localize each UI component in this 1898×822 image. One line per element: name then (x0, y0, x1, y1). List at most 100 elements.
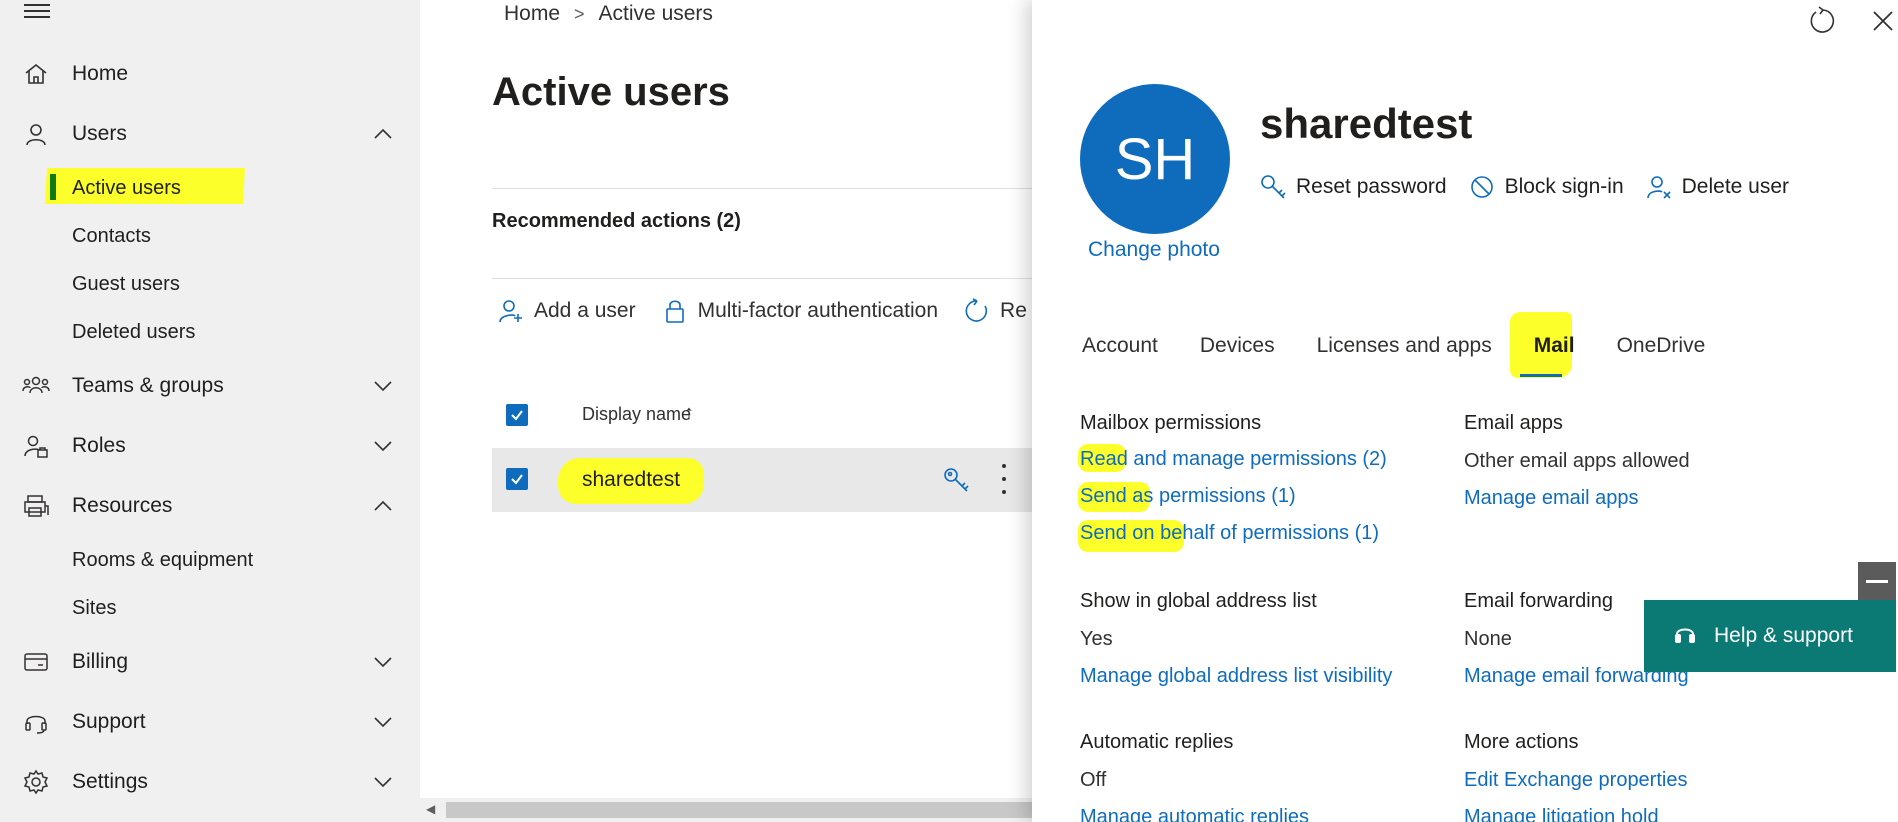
minimize-help-button[interactable] (1858, 562, 1896, 600)
recommended-actions[interactable]: Recommended actions (2) (492, 210, 741, 233)
reset-password-button[interactable]: Reset password (1260, 174, 1447, 200)
help-support-button[interactable]: Help & support (1644, 600, 1896, 672)
main-content: Home > Active users Active users Recomme… (420, 0, 1052, 822)
user-display-name: sharedtest (1260, 100, 1473, 147)
email-apps-value: Other email apps allowed (1464, 450, 1690, 472)
manage-email-apps-link[interactable]: Manage email apps (1464, 487, 1639, 510)
manage-global-address-list-link[interactable]: Manage global address list visibility (1080, 665, 1392, 688)
email-forwarding-title: Email forwarding (1464, 590, 1613, 612)
global-address-list-value: Yes (1080, 628, 1113, 650)
help-support-label: Help & support (1714, 624, 1853, 647)
refresh-icon (964, 298, 990, 324)
reset-password-label: Reset password (1296, 175, 1447, 198)
sort-ascending-icon: ↑ (684, 402, 694, 424)
nav-item-guest-users[interactable]: Guest users (0, 264, 420, 304)
global-address-list-title: Show in global address list (1080, 590, 1317, 612)
chevron-up-icon[interactable] (372, 495, 394, 517)
close-icon[interactable] (1870, 8, 1896, 34)
nav-label: Resources (72, 494, 173, 517)
change-photo-link[interactable]: Change photo (1088, 238, 1220, 262)
key-icon[interactable] (942, 466, 970, 494)
left-navigation: Home Users Active users Contacts Guest u… (0, 0, 420, 822)
toolbar: Add a user Multi-factor authentication R… (498, 298, 1027, 324)
mfa-button[interactable]: Multi-factor authentication (662, 298, 938, 324)
refresh-label: Re (1000, 299, 1027, 322)
scrollbar-thumb[interactable] (446, 802, 1032, 818)
divider (492, 278, 1052, 279)
tab-devices[interactable]: Devices (1179, 334, 1296, 378)
nav-item-support[interactable]: Support (0, 700, 420, 744)
add-user-label: Add a user (534, 299, 636, 322)
delete-user-button[interactable]: Delete user (1646, 174, 1789, 200)
breadcrumb-current: Active users (598, 2, 713, 25)
send-on-behalf-permissions-link[interactable]: Send on behalf of permissions (1) (1080, 522, 1379, 545)
breadcrumb-home[interactable]: Home (504, 2, 560, 26)
more-actions-title: More actions (1464, 731, 1579, 753)
nav-label: Teams & groups (72, 374, 224, 397)
gear-icon (22, 768, 50, 796)
nav-item-settings[interactable]: Settings (0, 760, 420, 804)
block-icon (1470, 176, 1493, 198)
automatic-replies-value: Off (1080, 769, 1107, 791)
refresh-icon[interactable] (1808, 6, 1838, 36)
refresh-button[interactable]: Re (964, 298, 1027, 324)
nav-item-deleted-users[interactable]: Deleted users (0, 312, 420, 352)
hamburger-menu-icon[interactable] (24, 4, 50, 18)
nav-item-home[interactable]: Home (0, 52, 420, 96)
user-actions: Reset password Block sign-in Delete user (1260, 174, 1789, 200)
read-manage-permissions-link[interactable]: Read and manage permissions (2) (1080, 448, 1387, 471)
tab-mail[interactable]: Mail (1513, 334, 1596, 378)
nav-label: Users (72, 122, 127, 145)
send-as-permissions-link[interactable]: Send as permissions (1) (1080, 485, 1296, 508)
add-user-icon (498, 298, 524, 324)
nav-label: Billing (72, 650, 129, 673)
email-forwarding-value: None (1464, 628, 1512, 650)
nav-label: Rooms & equipment (72, 548, 254, 571)
nav-item-sites[interactable]: Sites (0, 588, 420, 628)
scroll-left-icon[interactable]: ◀ (426, 802, 435, 816)
manage-litigation-hold-link[interactable]: Manage litigation hold (1464, 806, 1659, 822)
edit-exchange-properties-link[interactable]: Edit Exchange properties (1464, 769, 1687, 792)
avatar[interactable]: SH (1080, 84, 1230, 234)
tab-account[interactable]: Account (1082, 334, 1179, 378)
chevron-down-icon[interactable] (372, 771, 394, 793)
headset-icon (1675, 628, 1695, 643)
nav-item-rooms-equipment[interactable]: Rooms & equipment (0, 540, 420, 580)
page-title: Active users (492, 70, 730, 114)
horizontal-scrollbar[interactable]: ◀ (420, 798, 1032, 822)
email-apps-title: Email apps (1464, 412, 1563, 434)
table-row[interactable]: sharedtest (492, 448, 1052, 512)
chevron-up-icon[interactable] (372, 123, 394, 145)
tab-licenses-and-apps[interactable]: Licenses and apps (1296, 334, 1513, 378)
user-details-panel: SH Change photo sharedtest Reset passwor… (1032, 0, 1898, 822)
nav-label: Sites (72, 596, 117, 619)
block-sign-in-button[interactable]: Block sign-in (1469, 174, 1624, 200)
more-options-icon[interactable] (996, 464, 1012, 494)
breadcrumb: Home > Active users (504, 2, 713, 26)
chevron-down-icon[interactable] (372, 435, 394, 457)
active-tab-indicator (1520, 374, 1562, 377)
column-header-display-name[interactable]: Display name (582, 404, 691, 425)
nav-item-contacts[interactable]: Contacts (0, 216, 420, 256)
chevron-down-icon[interactable] (372, 375, 394, 397)
divider (492, 188, 1052, 189)
nav-item-active-users[interactable]: Active users (0, 168, 420, 208)
nav-item-teams-groups[interactable]: Teams & groups (0, 364, 420, 408)
nav-item-roles[interactable]: Roles (0, 424, 420, 468)
nav-label: Settings (72, 770, 148, 793)
nav-item-resources[interactable]: Resources (0, 484, 420, 528)
automatic-replies-title: Automatic replies (1080, 731, 1234, 753)
select-all-checkbox[interactable] (506, 404, 528, 426)
row-checkbox[interactable] (506, 468, 528, 490)
chevron-down-icon[interactable] (372, 651, 394, 673)
manage-automatic-replies-link[interactable]: Manage automatic replies (1080, 806, 1309, 822)
tab-onedrive[interactable]: OneDrive (1596, 334, 1727, 378)
nav-label: Support (72, 710, 146, 733)
user-icon (22, 120, 50, 148)
row-display-name[interactable]: sharedtest (582, 468, 680, 492)
nav-item-billing[interactable]: Billing (0, 640, 420, 684)
nav-item-users[interactable]: Users (0, 112, 420, 156)
chevron-down-icon[interactable] (372, 711, 394, 733)
add-user-button[interactable]: Add a user (498, 298, 636, 324)
nav-label: Roles (72, 434, 126, 457)
